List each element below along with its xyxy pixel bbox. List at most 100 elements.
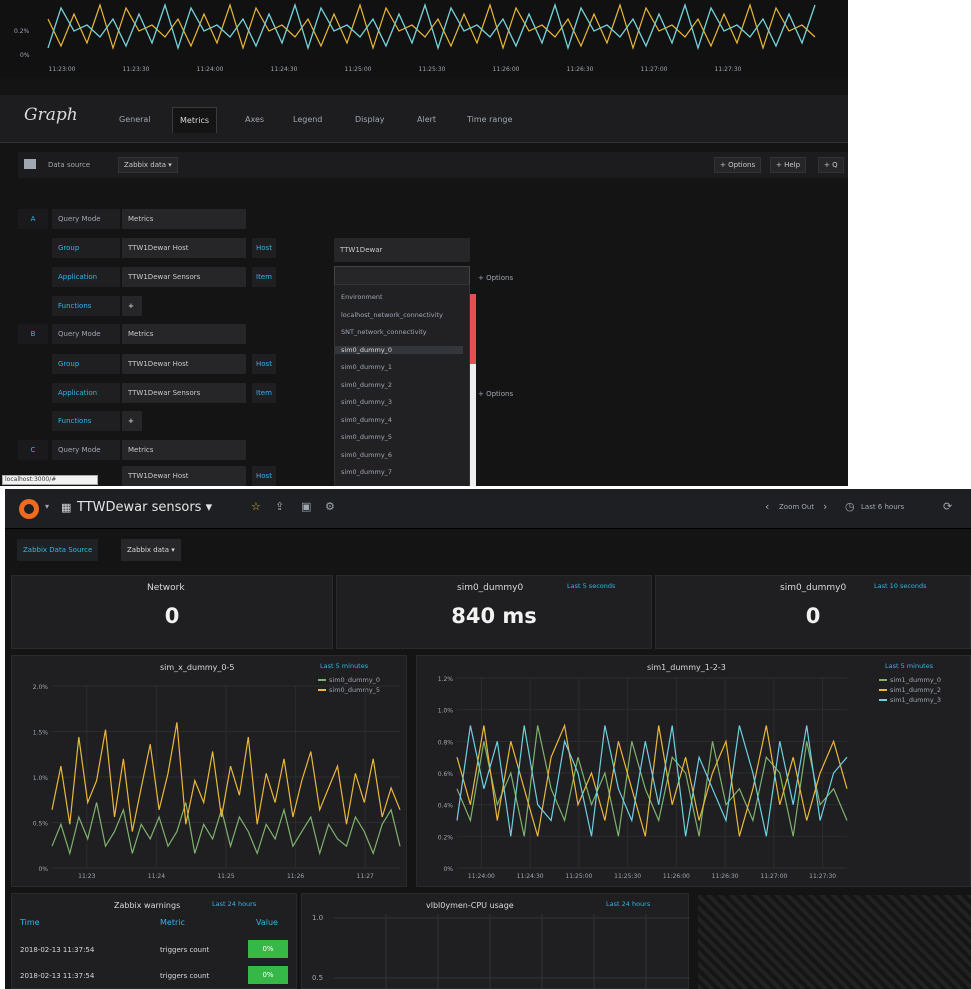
top-graph-svg: 0.2% 0% 11:23:00 11:23:30 11:24:00 11:24:30 11… [14, 3, 816, 73]
options-button[interactable]: + Options [714, 157, 762, 173]
tab-time-range[interactable]: Time range [460, 107, 519, 133]
chevron-left-icon[interactable]: ‹ [765, 500, 769, 513]
table-panel-zabbix-warnings[interactable]: Zabbix warnings Last 24 hours Time Metri… [11, 893, 297, 989]
database-icon [24, 159, 36, 169]
dashboard-screenshot: ▾ ▦ TTWDewar sensors ▾ ☆ ⇪ ▣ ⚙ ‹ Zoom Ou… [5, 489, 971, 989]
x-tick-label: 11:27 [357, 873, 374, 880]
tab-alert[interactable]: Alert [410, 107, 443, 133]
editor-title: Graph [24, 105, 78, 125]
column-header-value[interactable]: Value [256, 918, 278, 927]
stat-time-override: Last 10 seconds [874, 582, 927, 590]
panel-title: Zabbix warnings [114, 901, 181, 910]
time-range-picker[interactable]: Last 6 hours [861, 503, 904, 511]
refresh-icon[interactable]: ⟳ [943, 500, 952, 513]
query-options-link[interactable]: + Options [478, 274, 513, 282]
dropdown-item[interactable]: sim0_dummy_3 [341, 398, 392, 406]
add-function-icon[interactable]: + [122, 296, 142, 316]
stat-panel-sim0-dummy0[interactable]: sim0_dummy0 Last 5 seconds 840 ms [336, 575, 652, 649]
x-tick-label: 11:23:30 [123, 66, 150, 73]
cell-time: 2018-02-13 11:37:54 [20, 972, 95, 980]
dropdown-item[interactable]: sim0_dummy_0 [335, 345, 463, 354]
graph-panel-sim-x-dummy[interactable]: sim_x_dummy_0-5 Last 5 minutes sim0_dumm… [11, 655, 407, 887]
query-ref[interactable]: B [18, 324, 48, 344]
column-header-metric[interactable]: Metric [160, 918, 185, 927]
dropdown-item[interactable]: sim0_dummy_7 [341, 468, 392, 476]
graph-panel-sim1-dummy[interactable]: sim1_dummy_1-2-3 Last 5 minutes sim1_dum… [416, 655, 971, 887]
add-function-icon[interactable]: + [122, 411, 142, 431]
dropdown-item[interactable]: sim0_dummy_2 [341, 381, 392, 389]
tab-display[interactable]: Display [348, 107, 392, 133]
chevron-right-icon[interactable]: › [823, 500, 827, 513]
host-select[interactable]: TTW1Dewar [334, 238, 470, 262]
tab-axes[interactable]: Axes [238, 107, 271, 133]
application-label: Application [52, 383, 120, 403]
query-mode-select[interactable]: Metrics [122, 209, 246, 229]
host-label: Host [252, 466, 276, 486]
dropdown-item[interactable]: sim0_dummy_6 [341, 451, 392, 459]
dropdown-item[interactable]: SNT_network_connectivity [341, 328, 427, 336]
query-ref[interactable]: A [18, 209, 48, 229]
dropdown-item[interactable]: Environment [341, 293, 383, 301]
tab-general[interactable]: General [112, 107, 158, 133]
help-button[interactable]: + Help [770, 157, 807, 173]
application-select[interactable]: TTW1Dewar Sensors [122, 383, 246, 403]
dropdown-scroll-thumb[interactable] [470, 294, 476, 364]
graph-panel-cpu-usage[interactable]: vlbl0ymen-CPU usage Last 24 hours 1.0 0.… [301, 893, 690, 989]
star-icon[interactable]: ☆ [251, 500, 261, 513]
dropdown-item[interactable]: sim0_dummy_4 [341, 416, 392, 424]
query-inspector-button[interactable]: + Q [818, 157, 844, 173]
settings-gear-icon[interactable]: ⚙ [325, 500, 335, 513]
graph-left-svg: 2.0% 1.5% 1.0% 0.5% 0% 11:23 11:24 11:25 11:26 11… [33, 684, 401, 880]
application-label: Application [52, 267, 120, 287]
functions-label: Functions [52, 411, 120, 431]
dashboard-title[interactable]: TTWDewar sensors ▾ [77, 500, 212, 515]
query-mode-select[interactable]: Metrics [122, 440, 246, 460]
dropdown-item[interactable]: sim0_dummy_5 [341, 433, 392, 441]
share-icon[interactable]: ⇪ [275, 500, 284, 513]
item-label: Item [252, 267, 276, 287]
x-tick-label: 11:27:30 [809, 873, 836, 880]
template-variable-select[interactable]: Zabbix data ▾ [121, 539, 181, 561]
cell-time: 2018-02-13 11:37:54 [20, 946, 95, 954]
x-tick-label: 11:27:30 [715, 66, 742, 73]
query-ref[interactable]: C [18, 440, 48, 460]
save-icon[interactable]: ▣ [301, 500, 311, 513]
tab-metrics[interactable]: Metrics [172, 107, 218, 133]
cell-value-badge: 0% [248, 966, 288, 984]
host-label: Host [252, 354, 276, 374]
group-select[interactable]: TTW1Dewar Host [122, 354, 246, 374]
x-tick-label: 11:27:00 [641, 66, 668, 73]
group-select[interactable]: TTW1Dewar Host [122, 466, 246, 486]
item-search-input[interactable] [334, 266, 470, 286]
dropdown-item[interactable]: sim0_dummy_1 [341, 363, 392, 371]
template-variable-label: Zabbix Data Source [17, 539, 99, 561]
y-tick-label: 0.4% [438, 803, 454, 810]
query-options-link[interactable]: + Options [478, 390, 513, 398]
zoom-out-button[interactable]: Zoom Out [779, 503, 814, 511]
x-tick-label: 11:25:00 [345, 66, 372, 73]
data-source-select[interactable]: Zabbix data ▾ [118, 157, 178, 173]
application-select[interactable]: TTW1Dewar Sensors [122, 267, 246, 287]
cell-value-badge: 0% [248, 940, 288, 958]
stat-panel-network[interactable]: Network 0 [11, 575, 333, 649]
y-tick-label: 0% [38, 866, 48, 873]
y-tick-label: 0.6% [438, 771, 454, 778]
x-tick-label: 11:23:00 [49, 66, 76, 73]
stat-value: 0 [805, 604, 821, 628]
x-tick-label: 11:26:30 [567, 66, 594, 73]
query-mode-select[interactable]: Metrics [122, 324, 246, 344]
grafana-logo-icon[interactable] [19, 499, 39, 519]
stat-title: sim0_dummy0 [780, 583, 847, 593]
x-tick-label: 11:24:00 [468, 873, 495, 880]
query-a-mode-row: A Query Mode Metrics [18, 207, 848, 231]
tab-legend[interactable]: Legend [286, 107, 329, 133]
column-header-time[interactable]: Time [20, 918, 40, 927]
stat-panel-sim0-dummy0-b[interactable]: sim0_dummy0 Last 10 seconds 0 [655, 575, 971, 649]
dropdown-item[interactable]: localhost_network_connectivity [341, 311, 443, 319]
y-tick-label: 0.2% [14, 28, 30, 35]
x-tick-label: 11:24 [148, 873, 165, 880]
y-tick-label: 1.5% [33, 730, 49, 737]
group-select[interactable]: TTW1Dewar Host [122, 238, 246, 258]
x-tick-label: 11:24:00 [197, 66, 224, 73]
caret-down-icon[interactable]: ▾ [45, 502, 49, 511]
